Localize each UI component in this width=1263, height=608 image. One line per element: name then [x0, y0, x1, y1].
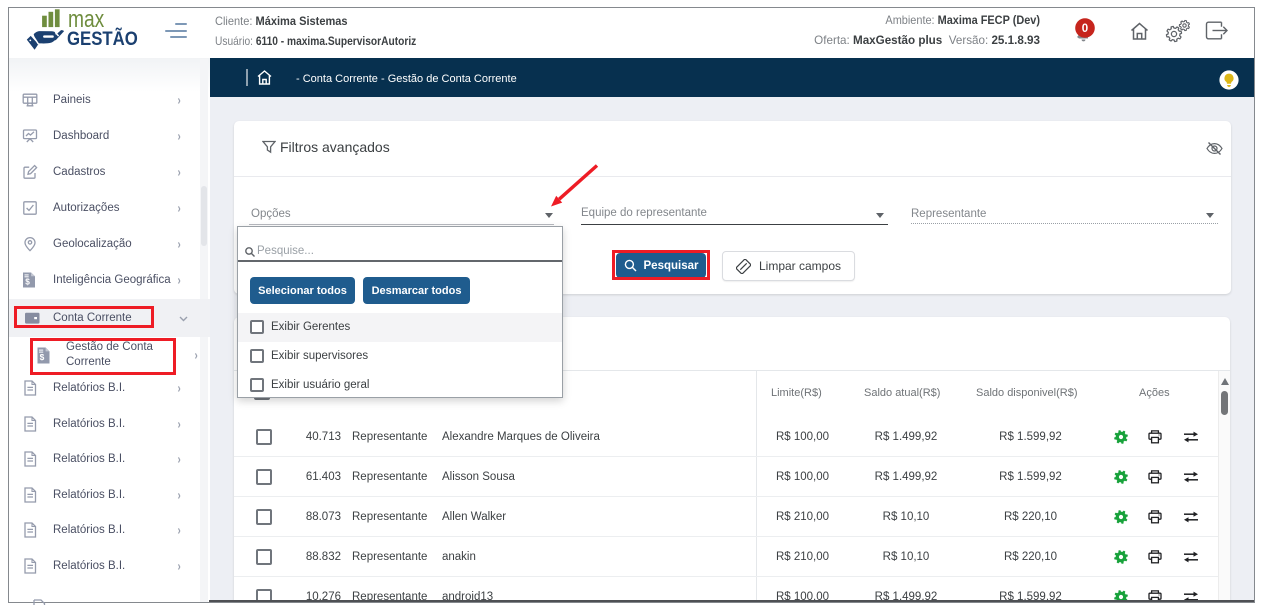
svg-text:$: $ [25, 277, 30, 286]
svg-text:0: 0 [1082, 23, 1088, 35]
